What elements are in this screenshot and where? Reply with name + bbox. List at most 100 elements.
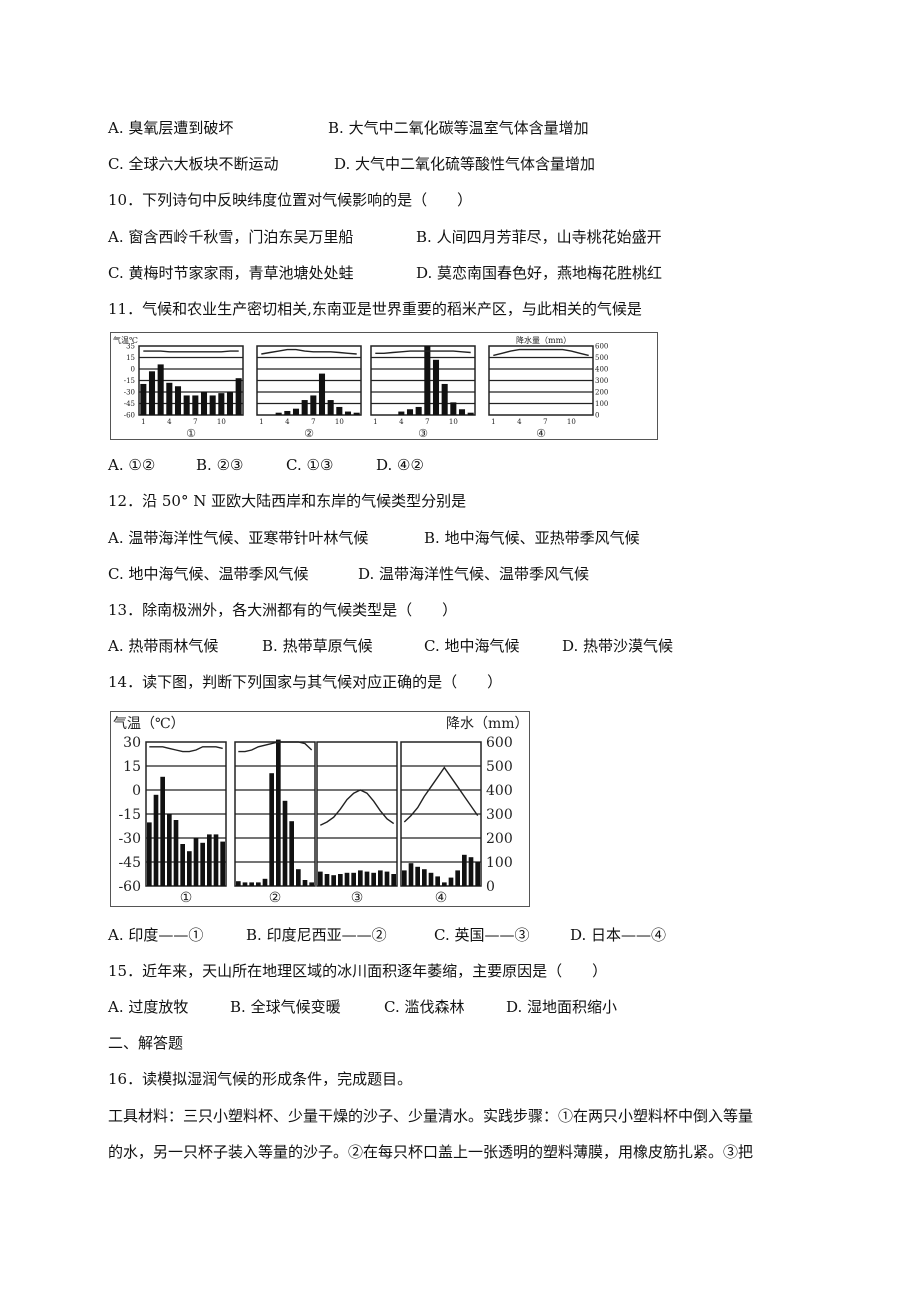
panel-label: ④	[536, 427, 546, 439]
precipitation-bar	[406, 409, 414, 415]
precipitation-bar	[353, 412, 360, 415]
q14-option-a[interactable]: A. 印度——①	[108, 925, 203, 945]
precipitation-bar	[475, 862, 480, 886]
q15-option-a[interactable]: A. 过度放牧	[108, 997, 188, 1017]
q15-option-c[interactable]: C. 滥伐森林	[384, 997, 465, 1017]
month-tick-label: 7	[425, 418, 429, 426]
precipitation-bar	[200, 842, 205, 886]
precipitation-bar	[402, 870, 407, 886]
q13-stem: 13．除南极洲外，各大洲都有的气候类型是（ ）	[108, 601, 458, 619]
precipitation-bar	[200, 392, 208, 415]
precipitation-bar	[331, 875, 336, 886]
q10-option-d[interactable]: D. 莫恋南国春色好，燕地梅花胜桃红	[416, 263, 662, 283]
q11-chart-svg: 气温℃ 降水量（mm）35150-15-30-45-606005004003002…	[113, 335, 608, 440]
precip-tick-label: 400	[486, 783, 513, 799]
precip-tick-label: 100	[595, 400, 608, 408]
temperature-curve	[319, 789, 395, 826]
q14-option-b[interactable]: B. 印度尼西亚——②	[246, 925, 387, 945]
month-tick-label: 4	[167, 418, 172, 426]
panel-label: ①	[186, 427, 196, 439]
q9-option-d[interactable]: D. 大气中二氧化硫等酸性气体含量增加	[334, 154, 595, 174]
precipitation-bar	[398, 411, 405, 415]
q13-option-a[interactable]: A. 热带雨林气候	[108, 636, 218, 656]
q10-stem: 10．下列诗句中反映纬度位置对气候影响的是（ ）	[108, 191, 473, 209]
month-tick-label: 7	[543, 418, 547, 426]
month-tick-label: 1	[141, 418, 145, 426]
precipitation-bar	[448, 877, 454, 886]
q14-option-c[interactable]: C. 英国——③	[434, 925, 530, 945]
precipitation-bar	[140, 383, 147, 415]
q16-body-line2: 的水，另一只杯子装入等量的沙子。②在每只杯口盖上一张透明的塑料薄膜，用橡皮筋扎紧…	[108, 1143, 754, 1161]
precipitation-bar	[167, 814, 172, 886]
q12-option-d[interactable]: D. 温带海洋性气候、温带季风气候	[358, 564, 589, 584]
precipitation-bar	[157, 364, 164, 415]
q11-option-c[interactable]: C. ①③	[286, 455, 333, 475]
precipitation-bar	[432, 359, 440, 415]
q13-option-b[interactable]: B. 热带草原气候	[262, 636, 373, 656]
temperature-curve	[143, 350, 239, 353]
temp-tick-label: 0	[132, 783, 141, 799]
q10-option-b[interactable]: B. 人间四月芳菲尽，山寺桃花始盛开	[416, 227, 662, 247]
precipitation-bar	[310, 395, 317, 415]
q9-option-a[interactable]: A. 臭氧层遭到破坏	[108, 118, 233, 138]
precipitation-bar	[256, 882, 261, 886]
precipitation-bar	[336, 406, 343, 415]
precipitation-bar	[344, 872, 350, 886]
q11-option-d[interactable]: D. ④②	[376, 455, 424, 475]
q10-option-a[interactable]: A. 窗含西岭千秋雪，门泊东吴万里船	[108, 227, 353, 247]
temp-tick-label: 0	[131, 365, 135, 373]
precipitation-bar	[384, 871, 390, 886]
q13-option-c[interactable]: C. 地中海气候	[424, 636, 520, 656]
precipitation-bar	[302, 880, 308, 886]
precipitation-bar	[269, 773, 274, 886]
q9-option-c[interactable]: C. 全球六大板块不断运动	[108, 154, 279, 174]
precipitation-bar	[351, 872, 356, 886]
precipitation-bar	[220, 841, 225, 886]
precip-tick-label: 600	[595, 342, 608, 350]
q13-option-d[interactable]: D. 热带沙漠气候	[562, 636, 673, 656]
precip-tick-label: 200	[595, 388, 608, 396]
temperature-curve	[149, 746, 223, 753]
precip-tick-label: 400	[595, 365, 608, 373]
precipitation-bar	[338, 874, 343, 886]
q12-option-a[interactable]: A. 温带海洋性气候、亚寒带针叶林气候	[108, 528, 368, 548]
q9-option-b[interactable]: B. 大气中二氧化碳等温室气体含量增加	[328, 118, 589, 138]
precipitation-bar	[192, 395, 199, 415]
precipitation-bar	[324, 874, 330, 886]
precipitation-bar	[183, 395, 190, 415]
q14-option-d[interactable]: D. 日本——④	[570, 925, 666, 945]
q11-option-b[interactable]: B. ②③	[196, 455, 243, 475]
precipitation-bar	[428, 872, 434, 886]
month-tick-label: 4	[517, 418, 522, 426]
precipitation-bar	[187, 851, 192, 886]
q15-option-d[interactable]: D. 湿地面积缩小	[506, 997, 617, 1017]
precipitation-bar	[193, 838, 199, 886]
month-tick-label: 7	[311, 418, 315, 426]
q11-option-a[interactable]: A. ①②	[108, 455, 155, 475]
temp-tick-label: -30	[118, 831, 141, 847]
precipitation-bar	[344, 411, 352, 415]
month-tick-label: 10	[449, 418, 458, 426]
precipitation-bar	[467, 412, 474, 415]
precipitation-bar	[173, 820, 179, 886]
panel-label: ③	[351, 890, 364, 906]
precipitation-bar	[415, 866, 420, 886]
panel-label: ①	[180, 890, 193, 906]
temperature-curve	[493, 348, 589, 357]
q12-option-b[interactable]: B. 地中海气候、亚热带季风气候	[424, 528, 640, 548]
q11-climate-chart: 气温℃ 降水量（mm） 35 15 0 -15 -30 -45 -60 600 500 400 300 2…	[110, 332, 658, 440]
precip-axis-title: 降水（mm）	[446, 716, 529, 732]
precip-axis-title: 降水量（mm）	[516, 335, 571, 345]
q16-stem: 16．读模拟湿润气候的形成条件，完成题目。	[108, 1070, 413, 1088]
temp-tick-label: -60	[124, 411, 135, 419]
q10-option-c[interactable]: C. 黄梅时节家家雨，青草池塘处处蛙	[108, 263, 354, 283]
precipitation-bar	[147, 822, 152, 886]
temp-tick-label: -15	[124, 377, 135, 385]
precip-tick-label: 500	[595, 354, 608, 362]
precip-tick-label: 300	[595, 377, 608, 385]
precipitation-bar	[148, 371, 156, 415]
q15-option-b[interactable]: B. 全球气候变暖	[230, 997, 341, 1017]
q12-option-c[interactable]: C. 地中海气候、温带季风气候	[108, 564, 309, 584]
temp-tick-label: -60	[118, 879, 141, 895]
precipitation-bar	[462, 854, 467, 886]
